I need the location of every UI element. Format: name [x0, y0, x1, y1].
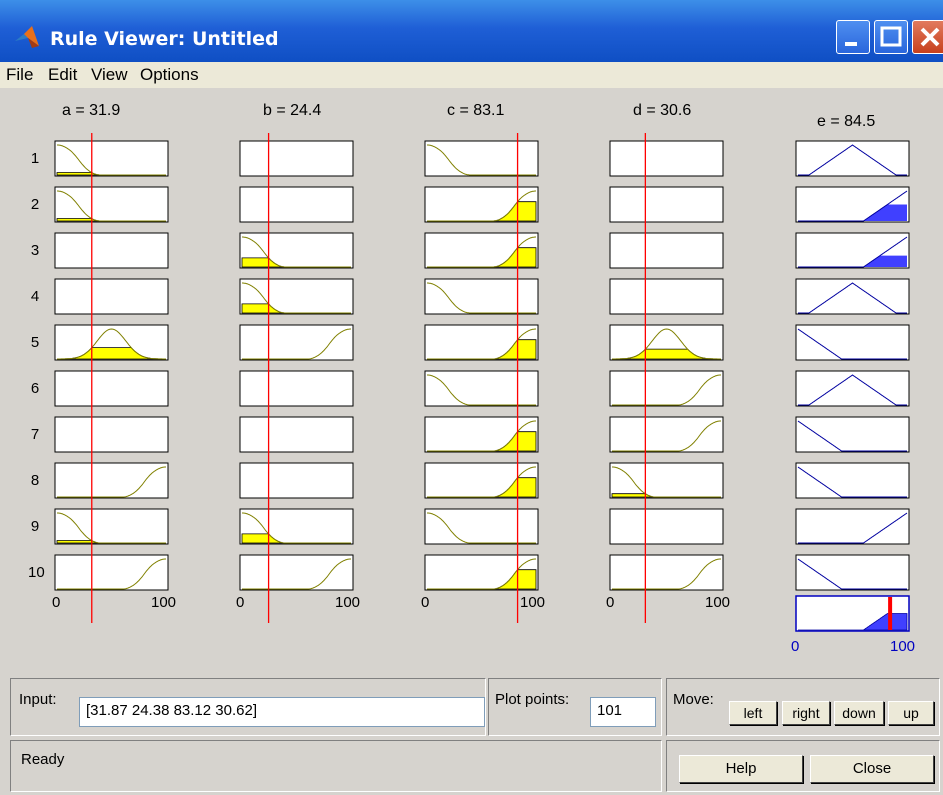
mf-plot-box [424, 278, 539, 315]
input-label: Input: [19, 691, 57, 708]
input-vector-field[interactable]: [31.87 24.38 83.12 30.62] [79, 697, 485, 727]
mf-plot-box [239, 140, 354, 177]
membership-function-plots[interactable] [0, 88, 943, 678]
mf-plot-box [609, 278, 724, 315]
plot-points-panel: Plot points: 101 [488, 678, 662, 736]
menu-options[interactable]: Options [140, 65, 199, 85]
mf-plot-box [54, 232, 169, 269]
plot-points-field[interactable]: 101 [590, 697, 656, 727]
output-mf-box [795, 278, 910, 315]
mf-plot-box [609, 370, 724, 407]
minimize-button[interactable] [836, 20, 870, 54]
maximize-icon [880, 26, 902, 47]
minimize-icon [845, 42, 857, 46]
mf-plot-box [239, 186, 354, 223]
mf-plot-box [54, 186, 169, 223]
window-title: Rule Viewer: Untitled [50, 28, 279, 50]
mf-plot-box [54, 462, 169, 499]
mf-plot-box [54, 416, 169, 453]
mf-plot-box [239, 554, 354, 591]
mf-plot-box [609, 462, 724, 499]
matlab-logo-icon [15, 26, 39, 48]
mf-plot-box [424, 370, 539, 407]
rule-plot-area: a = 31.9 b = 24.4 c = 83.1 d = 30.6 e = … [0, 88, 943, 678]
mf-plot-box [424, 508, 539, 545]
mf-plot-box [609, 416, 724, 453]
close-icon [920, 27, 940, 47]
move-down-button[interactable]: down [834, 701, 884, 725]
mf-plot-box [54, 554, 169, 591]
status-text: Ready [21, 751, 65, 768]
title-bar[interactable]: Rule Viewer: Untitled [0, 0, 943, 62]
mf-plot-box [609, 508, 724, 545]
close-button[interactable]: Close [810, 755, 934, 783]
mf-plot-box [239, 324, 354, 361]
help-button[interactable]: Help [679, 755, 803, 783]
plot-points-label: Plot points: [495, 691, 570, 708]
move-label: Move: [673, 691, 714, 708]
mf-plot-box [239, 462, 354, 499]
mf-plot-box [239, 416, 354, 453]
move-right-button[interactable]: right [782, 701, 830, 725]
mf-plot-box [54, 508, 169, 545]
rule-viewer-window: Rule Viewer: Untitled File Edit View Opt… [0, 0, 943, 795]
menu-file[interactable]: File [6, 65, 33, 85]
input-panel: Input: [31.87 24.38 83.12 30.62] [10, 678, 486, 736]
output-mf-box [795, 554, 910, 591]
output-mf-box [795, 370, 910, 407]
move-up-button[interactable]: up [888, 701, 934, 725]
mf-plot-box [609, 554, 724, 591]
mf-plot-box [609, 140, 724, 177]
output-mf-box [795, 140, 910, 177]
mf-plot-box [424, 140, 539, 177]
menu-bar: File Edit View Options [0, 62, 943, 88]
close-window-button[interactable] [912, 20, 943, 54]
maximize-button[interactable] [874, 20, 908, 54]
mf-plot-box [54, 140, 169, 177]
menu-edit[interactable]: Edit [48, 65, 77, 85]
move-panel: Move: left right down up [666, 678, 940, 736]
mf-plot-box [54, 278, 169, 315]
status-panel: Ready [10, 740, 662, 792]
mf-plot-box [239, 370, 354, 407]
mf-plot-box [609, 186, 724, 223]
menu-view[interactable]: View [91, 65, 128, 85]
output-mf-box [795, 324, 910, 361]
output-mf-box [795, 508, 910, 545]
mf-plot-box [609, 232, 724, 269]
action-panel: Help Close [666, 740, 940, 792]
output-mf-box [795, 416, 910, 453]
mf-plot-box [54, 370, 169, 407]
move-left-button[interactable]: left [729, 701, 777, 725]
output-mf-box [795, 462, 910, 499]
